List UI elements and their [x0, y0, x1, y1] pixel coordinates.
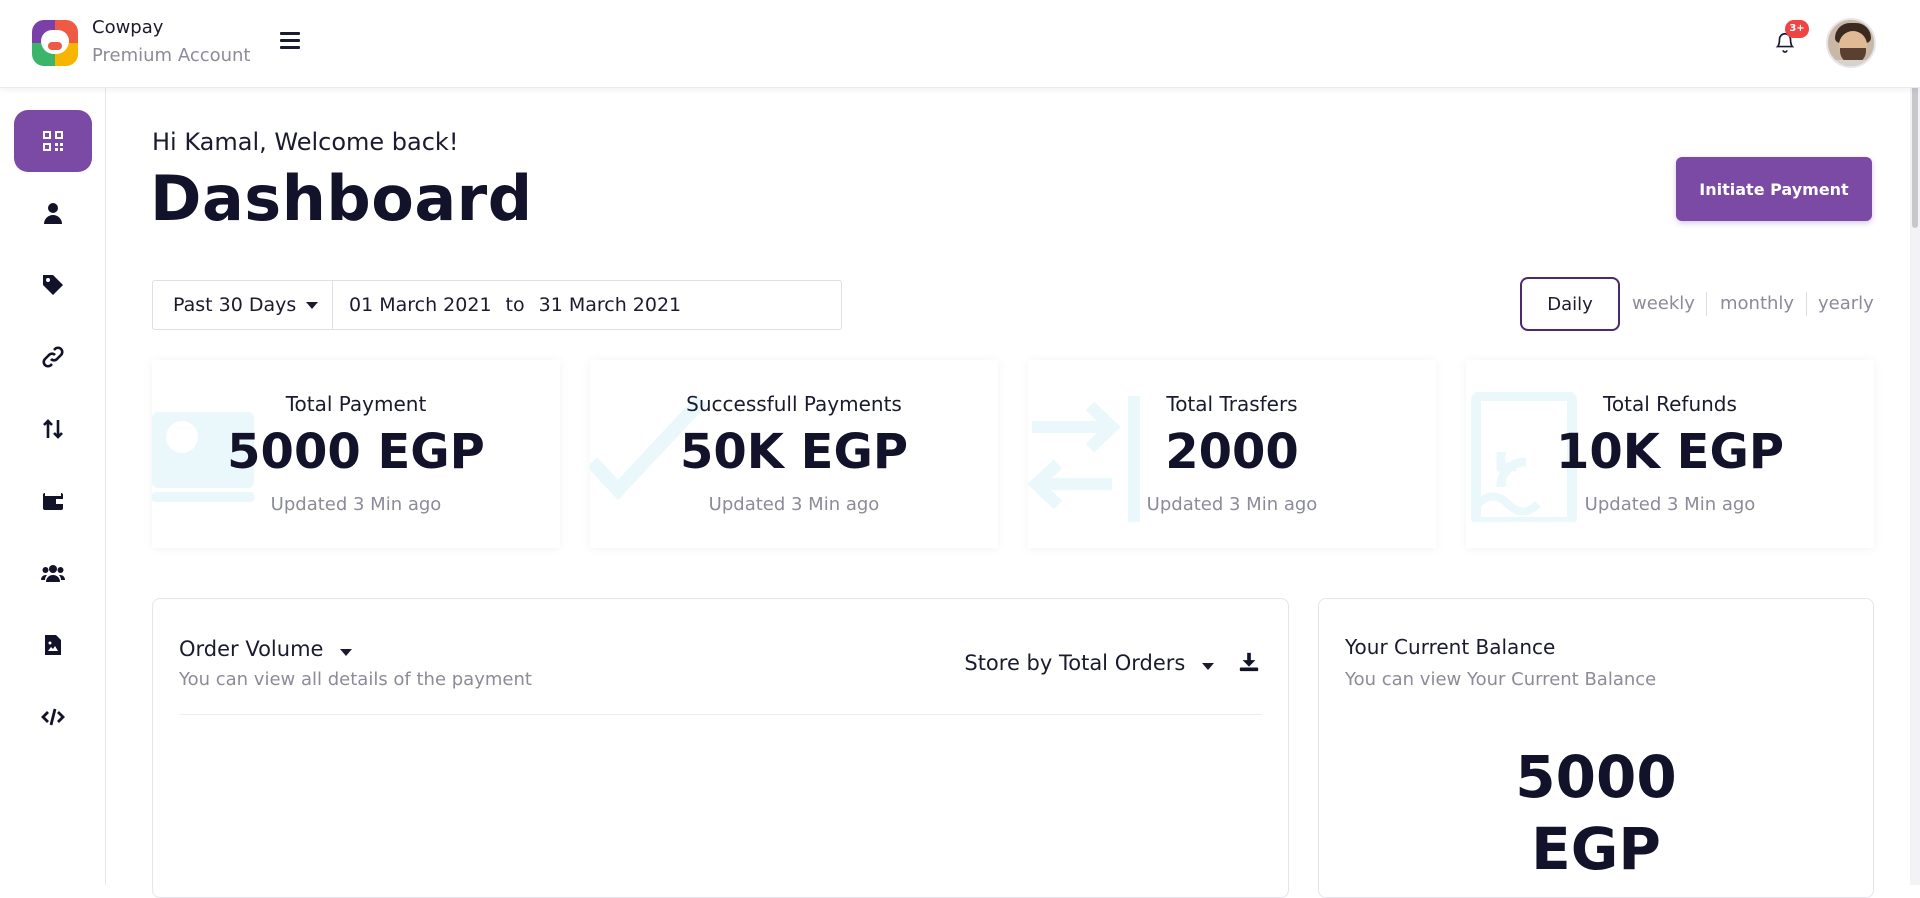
- stat-value: 5000 EGP: [227, 424, 485, 480]
- stat-value: 50K EGP: [679, 424, 909, 480]
- stat-label: Total Payment: [285, 392, 427, 416]
- link-icon: [42, 346, 64, 368]
- brand-name: Cowpay: [92, 17, 164, 38]
- panel-divider: [179, 714, 1262, 715]
- user-icon: [44, 203, 62, 224]
- period-daily-button[interactable]: Daily: [1520, 277, 1620, 331]
- sidebar-item-users[interactable]: [14, 182, 92, 244]
- date-filter: Past 30 Days 01 March 2021 to 31 March 202…: [152, 280, 842, 330]
- tag-icon: [43, 275, 63, 295]
- sidebar-item-customers[interactable]: [14, 542, 92, 604]
- current-balance-panel: Your Current Balance You can view Your C…: [1318, 598, 1874, 898]
- sidebar-item-tags[interactable]: [14, 254, 92, 316]
- sidebar-item-developers[interactable]: [14, 686, 92, 748]
- stat-updated: Updated 3 Min ago: [270, 494, 442, 515]
- chevron-down-icon: [1202, 663, 1214, 670]
- stat-updated: Updated 3 Min ago: [1146, 494, 1318, 515]
- stat-card-total-transfers: Total Trasfers 2000 Updated 3 Min ago: [1028, 360, 1436, 548]
- store-sort-dropdown[interactable]: Store by Total Orders: [964, 651, 1214, 675]
- stat-updated: Updated 3 Min ago: [708, 494, 880, 515]
- chevron-down-icon: [306, 301, 319, 309]
- users-group-icon: [41, 565, 65, 582]
- account-type: Premium Account: [92, 45, 251, 66]
- top-header: Cowpay Premium Account 3+: [0, 0, 1920, 88]
- stat-card-total-payment: Total Payment 5000 EGP Updated 3 Min ago: [152, 360, 560, 548]
- transfer-arrows-icon: [43, 419, 63, 439]
- stat-value: 2000: [1165, 424, 1299, 480]
- sidebar-item-wallet[interactable]: [14, 470, 92, 532]
- balance-title: Your Current Balance: [1345, 635, 1556, 659]
- period-weekly-button[interactable]: weekly: [1632, 293, 1695, 314]
- wallet-icon: [43, 493, 63, 510]
- order-volume-title: Order Volume: [179, 637, 324, 661]
- stat-updated: Updated 3 Min ago: [1584, 494, 1756, 515]
- period-yearly-button[interactable]: yearly: [1818, 293, 1874, 314]
- stat-label: Total Trasfers: [1166, 392, 1298, 416]
- stat-label: Successfull Payments: [686, 392, 902, 416]
- date-range-label: Past 30 Days: [173, 294, 297, 316]
- sidebar-item-transfers[interactable]: [14, 398, 92, 460]
- date-to: 31 March 2021: [538, 294, 682, 316]
- download-icon[interactable]: [1238, 651, 1260, 673]
- date-from: 01 March 2021: [349, 294, 492, 316]
- page-title: Dashboard: [150, 162, 533, 235]
- sidebar-item-dashboard[interactable]: [14, 110, 92, 172]
- user-avatar[interactable]: [1826, 18, 1876, 68]
- period-divider: [1806, 292, 1807, 316]
- stat-value: 10K EGP: [1555, 424, 1785, 480]
- cowpay-logo[interactable]: [32, 20, 78, 66]
- date-range-input[interactable]: 01 March 2021 to 31 March 2021: [333, 294, 681, 316]
- sidebar: [0, 88, 106, 885]
- menu-toggle-icon[interactable]: [280, 32, 300, 52]
- sidebar-item-reports[interactable]: [14, 614, 92, 676]
- stat-card-successful-payments: Successfull Payments 50K EGP Updated 3 M…: [590, 360, 998, 548]
- order-volume-dropdown[interactable]: Order Volume: [179, 637, 353, 661]
- balance-value: 5000 EGP: [1515, 743, 1677, 883]
- date-range-dropdown[interactable]: Past 30 Days: [153, 281, 333, 329]
- page-scrollbar[interactable]: [1910, 0, 1920, 885]
- stat-label: Total Refunds: [1603, 392, 1737, 416]
- code-icon: [41, 708, 65, 726]
- order-volume-subtitle: You can view all details of the payment: [179, 669, 532, 690]
- qr-code-icon: [43, 131, 63, 151]
- balance-subtitle: You can view Your Current Balance: [1345, 669, 1657, 690]
- period-divider: [1706, 292, 1707, 316]
- chevron-down-icon: [340, 649, 353, 656]
- sidebar-item-links[interactable]: [14, 326, 92, 388]
- initiate-payment-button[interactable]: Initiate Payment: [1676, 157, 1872, 221]
- welcome-greeting: Hi Kamal, Welcome back!: [152, 128, 459, 156]
- file-image-icon: [45, 635, 61, 655]
- period-monthly-button[interactable]: monthly: [1720, 293, 1794, 314]
- notification-badge: 3+: [1785, 20, 1809, 38]
- date-separator: to: [505, 294, 525, 316]
- stat-card-total-refunds: Total Refunds 10K EGP Updated 3 Min ago: [1466, 360, 1874, 548]
- order-volume-panel: Order Volume You can view all details of…: [152, 598, 1289, 898]
- store-sort-label: Store by Total Orders: [964, 651, 1186, 675]
